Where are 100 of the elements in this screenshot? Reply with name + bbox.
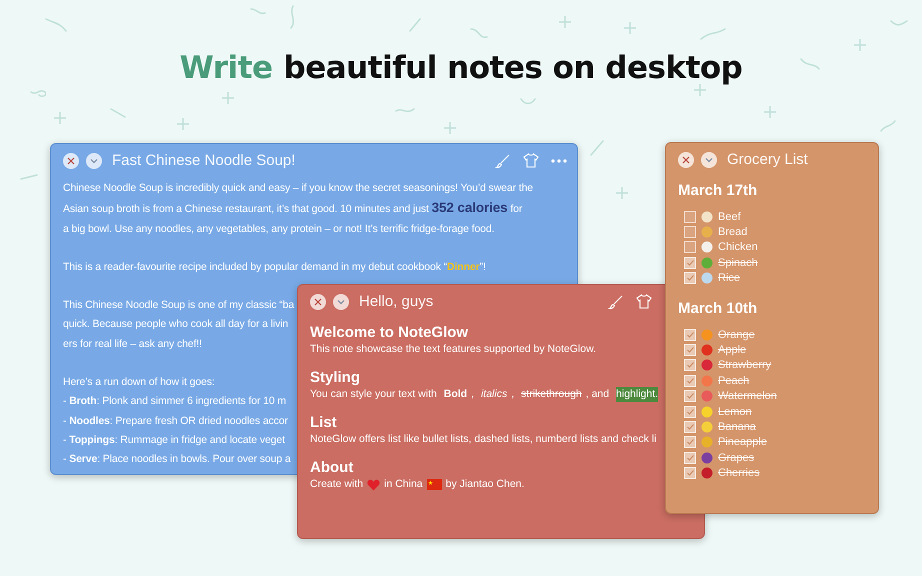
collapse-button[interactable] (333, 294, 349, 310)
flag-icon (426, 479, 442, 490)
shirt-button[interactable] (636, 294, 652, 309)
note-text: This is a reader-favourite recipe included by popular demand in my debut cookbook “Dinner”! (63, 260, 486, 275)
section-heading: Welcome to NoteGlow (310, 324, 468, 342)
squiggle-icon (520, 98, 536, 105)
shirt-icon (523, 153, 539, 168)
checkbox[interactable] (684, 452, 696, 464)
checkbox[interactable] (684, 436, 696, 448)
checkbox[interactable] (684, 226, 696, 238)
close-button[interactable] (678, 152, 694, 168)
note-text: - Toppings: Rummage in fridge and locate veget (63, 432, 285, 448)
checkbox[interactable] (684, 210, 696, 223)
note-text: strikethrough (521, 387, 582, 402)
food-icon (701, 226, 713, 238)
checkbox[interactable] (684, 390, 696, 402)
window-title: Grocery List (727, 151, 808, 168)
check-icon (686, 260, 694, 266)
plus-icon (176, 117, 190, 131)
note-text: highlight. (616, 387, 658, 402)
checkbox[interactable] (684, 374, 696, 387)
section-heading: List (310, 414, 337, 432)
checkbox[interactable] (684, 467, 696, 480)
check-icon (686, 408, 694, 415)
plus-icon (443, 121, 457, 135)
item-label: Strawberry (718, 359, 772, 372)
note-text: quick. Because people who cook all day for a livin (63, 317, 288, 332)
food-icon (701, 420, 713, 433)
section-heading: About (310, 459, 354, 477)
close-button[interactable] (63, 152, 79, 168)
brush-icon (608, 294, 624, 310)
section-heading: Styling (310, 369, 360, 387)
food-icon (701, 210, 713, 223)
more-button[interactable] (551, 158, 567, 162)
note-text: in China (384, 477, 423, 492)
squiggle-icon (800, 58, 820, 70)
note-text: Bold (444, 387, 468, 402)
food-icon (701, 256, 713, 269)
headline: beautiful notes on desktop (284, 50, 742, 86)
note-text: This Chinese Noodle Soup is one of my classic “ba (63, 298, 294, 314)
note-text: You can style your text with (310, 387, 438, 402)
note-text: a big bowl. Use any noodles, any vegetables, any protein – or not! It’s terrific fridge-forage food. (63, 222, 494, 237)
close-button[interactable] (310, 294, 326, 310)
note-text: - Noodles: Prepare fresh OR dried noodles accor (63, 414, 288, 429)
brush-button[interactable] (495, 152, 511, 168)
chevron-down-icon (705, 156, 713, 162)
item-label: Banana (718, 420, 756, 433)
checkbox[interactable] (684, 256, 696, 269)
item-label: Grapes (718, 452, 754, 464)
checkbox[interactable] (684, 241, 696, 254)
item-label: Orange (718, 328, 755, 341)
check-icon (686, 424, 694, 430)
shirt-icon (636, 294, 652, 309)
checkbox[interactable] (684, 272, 696, 284)
brush-icon (495, 152, 511, 168)
squiggle-icon (700, 28, 726, 40)
checkbox[interactable] (684, 420, 696, 433)
note-text: Here’s a run down of how it goes: (63, 375, 215, 390)
checkbox[interactable] (684, 406, 696, 418)
food-icon (701, 272, 713, 284)
plus-icon (623, 21, 637, 35)
check-icon (686, 439, 694, 446)
checkbox[interactable] (684, 359, 696, 372)
item-label: Cherries (718, 467, 760, 480)
food-icon (701, 359, 713, 372)
item-label: Pineapple (718, 436, 767, 448)
squiggle-icon (20, 174, 38, 180)
check-icon (686, 275, 694, 282)
date-heading: March 17th (678, 182, 758, 199)
item-label: Spinach (718, 256, 758, 269)
squiggle-icon (590, 140, 604, 156)
checkbox[interactable] (684, 344, 696, 356)
shirt-button[interactable] (523, 153, 539, 168)
collapse-button[interactable] (86, 152, 102, 168)
item-label: Rice (718, 272, 740, 284)
item-label: Apple (718, 344, 746, 356)
squiggle-icon (288, 5, 296, 29)
item-label: Beef (718, 210, 741, 223)
plus-icon (53, 111, 67, 125)
note-text: This note showcase the text features supported by NoteGlow. (310, 342, 596, 357)
food-icon (701, 406, 713, 418)
food-icon (701, 436, 713, 448)
item-label: Lemon (718, 406, 752, 418)
squiggle-icon (470, 28, 488, 40)
check-icon (686, 378, 694, 384)
item-label: Peach (718, 374, 750, 387)
plus-icon (615, 186, 629, 200)
heart-icon (367, 478, 380, 490)
item-label: Chicken (718, 241, 758, 254)
check-icon (686, 470, 694, 476)
checkbox[interactable] (684, 328, 696, 341)
food-icon (701, 452, 713, 464)
brush-button[interactable] (608, 294, 624, 310)
food-icon (701, 374, 713, 387)
collapse-button[interactable] (701, 152, 717, 168)
check-icon (686, 362, 694, 368)
check-icon (686, 454, 694, 461)
squiggle-icon (890, 20, 908, 26)
chevron-down-icon (90, 158, 98, 164)
note-text: Asian soup broth is from a Chinese restaurant, it’s that good. 10 minutes and just 352 calories for (63, 199, 522, 218)
